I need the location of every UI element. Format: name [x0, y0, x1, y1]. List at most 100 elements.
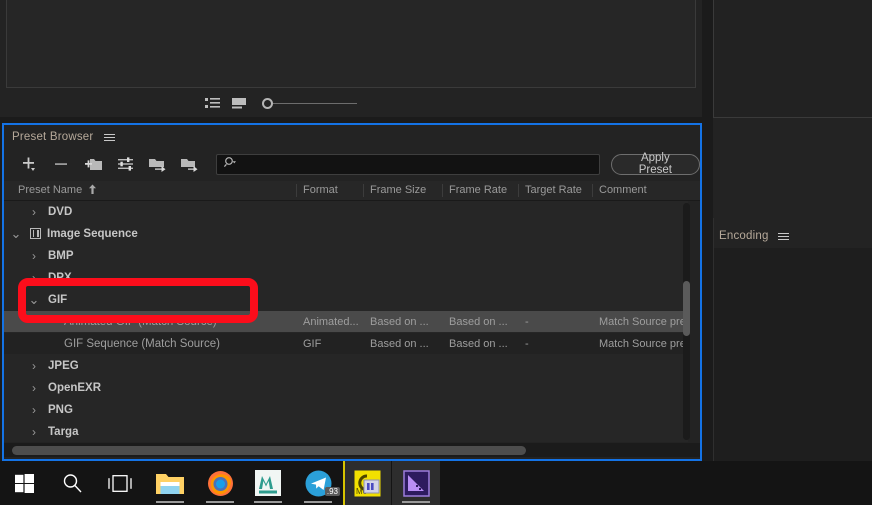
cell-comment: Match Source pre [599, 337, 686, 350]
chevron-right-icon[interactable]: › [28, 381, 40, 395]
thumbnail-view-icon[interactable] [232, 97, 246, 109]
preset-name-label: JPEG [48, 359, 79, 372]
preset-browser-panel: Preset Browser Apply Preset Preset Name … [2, 123, 702, 461]
new-preset-button[interactable] [14, 151, 46, 177]
media-encoder-button[interactable]: Me [343, 461, 391, 505]
output-preview-pane[interactable] [203, 0, 696, 88]
hamburger-menu-icon[interactable] [104, 133, 116, 141]
screen: Encoding Preset Browser Apply Preset Pre… [0, 0, 872, 505]
telegram-button[interactable]: .93 [294, 461, 342, 505]
table-row[interactable]: › DVD [4, 201, 688, 223]
start-button[interactable] [0, 461, 48, 505]
table-row[interactable]: › DPX [4, 267, 688, 289]
chevron-down-icon[interactable]: ⌄ [10, 227, 22, 240]
task-view-button[interactable] [96, 461, 144, 505]
running-indicator [156, 501, 184, 503]
film-strip-icon [30, 228, 41, 239]
running-indicator [254, 501, 282, 503]
table-row[interactable]: GIF Sequence (Match Source) GIF Based on .… [4, 333, 688, 355]
search-icon [223, 155, 238, 173]
cell-frame-rate: Based on ... [449, 315, 508, 328]
chevron-right-icon[interactable]: › [28, 359, 40, 373]
settings-sliders-icon[interactable] [110, 151, 142, 177]
zoom-slider-knob[interactable] [262, 97, 273, 109]
preview-toolbar [0, 89, 702, 117]
horizontal-scrollbar-track[interactable] [4, 443, 700, 457]
preset-name-label: Animated GIF (Match Source) [64, 315, 217, 328]
column-header-comment[interactable]: Comment [599, 184, 647, 196]
column-header-format[interactable]: Format [303, 184, 338, 196]
zoom-slider-track[interactable] [273, 102, 357, 104]
firefox-button[interactable] [196, 461, 244, 505]
running-indicator [402, 501, 430, 503]
cell-format: GIF [303, 337, 322, 350]
column-divider [442, 184, 443, 197]
table-row[interactable]: ⌄ GIF [4, 289, 688, 311]
panel-divider [702, 0, 713, 218]
cell-target-rate: - [525, 315, 529, 328]
chevron-right-icon[interactable]: › [28, 249, 40, 263]
table-row[interactable]: Animated GIF (Match Source) Animated... Ba… [4, 311, 688, 333]
column-header-row: Preset Name Format Frame Size Frame Rate… [4, 181, 700, 201]
vertical-scrollbar-thumb[interactable] [683, 281, 690, 336]
chevron-right-icon[interactable]: › [28, 271, 40, 285]
chevron-right-icon[interactable]: › [28, 425, 40, 439]
preset-browser-toolbar: Apply Preset [4, 149, 700, 179]
table-row[interactable]: › JPEG [4, 355, 688, 377]
vertical-scrollbar-track[interactable] [683, 203, 690, 440]
queue-panel-body[interactable] [713, 0, 872, 118]
maya-button[interactable] [244, 461, 292, 505]
encoding-panel: Encoding [713, 218, 872, 461]
column-header-target-rate[interactable]: Target Rate [525, 184, 582, 196]
search-box[interactable] [215, 153, 600, 175]
cell-frame-size: Based on ... [370, 337, 429, 350]
cell-frame-size: Based on ... [370, 315, 429, 328]
screen-capture-button[interactable] [392, 461, 440, 505]
chevron-down-icon[interactable]: ⌄ [28, 293, 40, 306]
table-row[interactable]: › BMP [4, 245, 688, 267]
export-presets-button[interactable] [174, 151, 206, 177]
delete-preset-button[interactable] [46, 151, 78, 177]
list-view-icon[interactable] [205, 97, 220, 110]
table-row[interactable]: › Targa [4, 421, 688, 442]
telegram-badge: .93 [324, 487, 340, 496]
search-button[interactable] [48, 461, 96, 505]
preset-name-label: GIF [48, 293, 68, 306]
search-input[interactable] [242, 158, 583, 170]
column-divider [592, 184, 593, 197]
cell-target-rate: - [525, 337, 529, 350]
preset-name-label: OpenEXR [48, 381, 102, 394]
encoding-panel-title: Encoding [719, 230, 769, 242]
chevron-right-icon[interactable]: › [28, 403, 40, 417]
column-header-frame-rate[interactable]: Frame Rate [449, 184, 507, 196]
preset-name-label: DVD [48, 205, 73, 218]
apply-preset-button[interactable]: Apply Preset [610, 152, 700, 176]
hamburger-menu-icon[interactable] [777, 232, 789, 240]
right-top-panel [713, 0, 872, 118]
preset-name-label: Targa [48, 425, 79, 438]
encoding-panel-header: Encoding [714, 218, 872, 242]
chevron-right-icon[interactable]: › [28, 205, 40, 219]
encoding-panel-body [714, 248, 872, 461]
table-row[interactable]: › OpenEXR [4, 377, 688, 399]
preset-name-label: GIF Sequence (Match Source) [64, 337, 220, 350]
column-header-preset-name[interactable]: Preset Name [18, 184, 82, 196]
zoom-slider[interactable] [262, 97, 357, 109]
sort-ascending-arrow[interactable] [88, 184, 97, 198]
table-row[interactable]: ⌄ Image Sequence [4, 223, 688, 245]
new-folder-icon[interactable] [78, 151, 110, 177]
preset-tree[interactable]: › DVD ⌄ Image Sequence › BMP › DPX ⌄ GIF Animated … [4, 201, 688, 442]
import-presets-button[interactable] [142, 151, 174, 177]
preview-area [0, 0, 702, 117]
preset-name-label: PNG [48, 403, 73, 416]
preset-name-label: Image Sequence [47, 227, 138, 240]
file-explorer-button[interactable] [146, 461, 194, 505]
windows-taskbar: .93 Me [0, 461, 872, 505]
table-row[interactable]: › PNG [4, 399, 688, 421]
cell-comment: Match Source pre [599, 315, 686, 328]
column-header-frame-size[interactable]: Frame Size [370, 184, 426, 196]
preset-browser-title: Preset Browser [12, 131, 94, 143]
source-preview-pane[interactable] [6, 0, 209, 88]
horizontal-scrollbar-thumb[interactable] [12, 446, 526, 455]
column-divider [296, 184, 297, 197]
